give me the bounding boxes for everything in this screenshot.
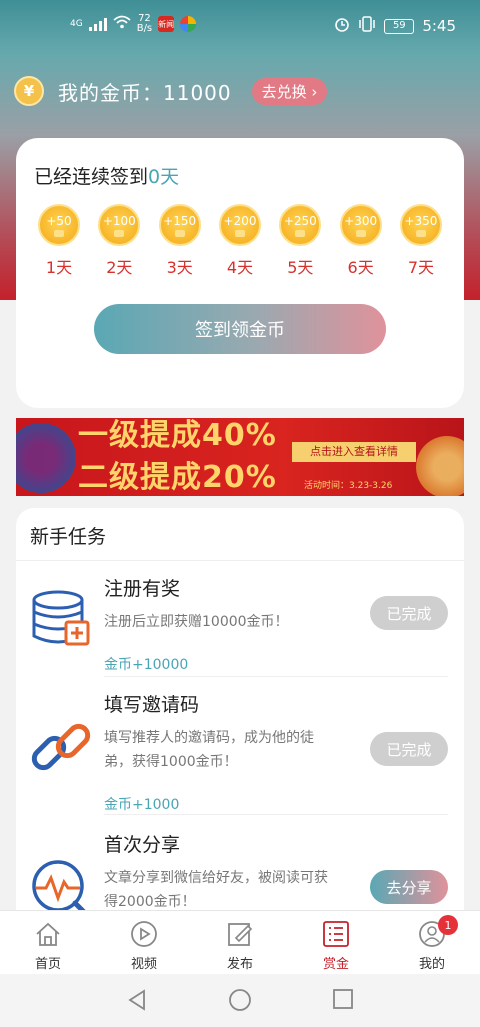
recents-icon[interactable]	[332, 988, 354, 1010]
coin-icon: +150	[158, 204, 201, 246]
streak-text: 已经连续签到0天	[34, 166, 180, 188]
checkin-card: 已经连续签到0天 +50 1天 +100 2天 +150 3天 +200 4天 +250…	[16, 138, 464, 408]
battery-indicator: 59	[384, 18, 415, 34]
banner-cta[interactable]: 点击进入查看详情	[292, 442, 416, 462]
task-title: 填写邀请码	[104, 694, 200, 716]
signal-icon	[88, 17, 107, 31]
notification-badge: 1	[438, 915, 458, 935]
coin-icon: +250	[279, 204, 322, 246]
newbie-tasks-card: 新手任务 注册有奖 注册后立即获赠10000金币！ 金币+10000 已完成 填…	[16, 508, 464, 928]
share-button[interactable]: 去分享	[370, 870, 448, 904]
banner-line-1: 一级提成40%	[78, 418, 277, 453]
checkin-day-7: +350 7天	[398, 204, 444, 278]
status-bar: 4G 72 B/s 新闻 59 5:45	[0, 0, 480, 52]
coin-icon: +50	[38, 204, 80, 246]
coin-icon: +300	[339, 204, 382, 246]
nav-label: 视频	[130, 957, 157, 972]
checkin-day-4: +200 4天	[217, 204, 263, 278]
banner-line-2: 二级提成20%	[78, 460, 277, 495]
cloud-decoration	[16, 423, 76, 493]
task-description: 文章分享到微信给好友，被阅读可获得2000金币！	[104, 870, 328, 910]
nav-video[interactable]: 视频	[96, 911, 192, 974]
alarm-icon	[334, 16, 350, 36]
task-description: 填写推荐人的邀请码，成为他的徒弟，获得1000金币！	[104, 730, 314, 770]
app-notification-icon	[180, 16, 197, 32]
nav-mine[interactable]: 我的 1	[384, 911, 480, 974]
bottom-nav: 首页 视频 发布 赏金 我的 1	[0, 910, 480, 974]
divider	[104, 814, 448, 815]
database-plus-icon	[30, 588, 94, 652]
edit-icon	[228, 923, 253, 946]
coin-icon: +100	[98, 204, 141, 246]
yen-coin-icon: ¥	[14, 76, 44, 106]
play-icon	[131, 921, 157, 947]
promo-banner[interactable]: 一级提成40% 二级提成20% 点击进入查看详情 活动时间：3.23-3.26	[16, 418, 464, 496]
nav-label: 赏金	[322, 957, 349, 972]
system-nav-bar	[0, 974, 480, 1027]
nav-home[interactable]: 首页	[0, 911, 96, 974]
checkin-day-5: +250 5天	[277, 204, 323, 278]
nav-bounty[interactable]: 赏金	[288, 911, 384, 974]
checkin-day-6: +300 6天	[338, 204, 384, 278]
divider	[104, 676, 448, 677]
back-icon[interactable]	[126, 988, 148, 1012]
checkin-day-1: +50 1天	[36, 204, 82, 278]
nav-publish[interactable]: 发布	[192, 911, 288, 974]
task-status-button[interactable]: 已完成	[370, 732, 448, 766]
task-reward: 金币+10000	[104, 657, 189, 673]
task-reward: 金币+1000	[104, 797, 180, 813]
news-app-icon: 新闻	[158, 16, 175, 32]
task-status-button[interactable]: 已完成	[370, 596, 448, 630]
task-title: 首次分享	[104, 834, 181, 856]
task-title: 注册有奖	[104, 578, 181, 600]
network-type: 4G	[70, 19, 83, 29]
home-circle-icon[interactable]	[228, 988, 252, 1012]
checkin-day-3: +150 3天	[157, 204, 203, 278]
clock: 5:45	[422, 17, 456, 35]
vibrate-icon	[358, 16, 376, 36]
checkin-day-2: +100 2天	[96, 204, 142, 278]
nav-label: 我的	[418, 957, 445, 972]
divider	[16, 560, 464, 561]
net-speed: 72 B/s	[136, 13, 153, 34]
coin-icon: +350	[399, 204, 442, 246]
wallet-row: ¥ 我的金币：11000 去兑换 ›	[14, 76, 328, 106]
tasks-title: 新手任务	[30, 526, 107, 548]
nav-label: 首页	[34, 957, 61, 972]
checkin-button[interactable]: 签到领金币	[94, 304, 386, 354]
nav-label: 发布	[226, 957, 253, 972]
link-icon	[30, 716, 94, 780]
list-icon	[323, 921, 349, 947]
coin-balance: 我的金币：11000	[58, 80, 232, 105]
banner-period: 活动时间：3.23-3.26	[304, 481, 393, 491]
checkin-days: +50 1天 +100 2天 +150 3天 +200 4天 +250 5天 +300 6天…	[36, 204, 444, 278]
task-description: 注册后立即获赠10000金币！	[104, 614, 289, 630]
wifi-icon	[113, 15, 131, 33]
home-icon	[36, 922, 60, 946]
exchange-button[interactable]: 去兑换 ›	[251, 77, 328, 105]
coin-icon: +200	[218, 204, 261, 246]
cloud-decoration	[416, 436, 464, 496]
